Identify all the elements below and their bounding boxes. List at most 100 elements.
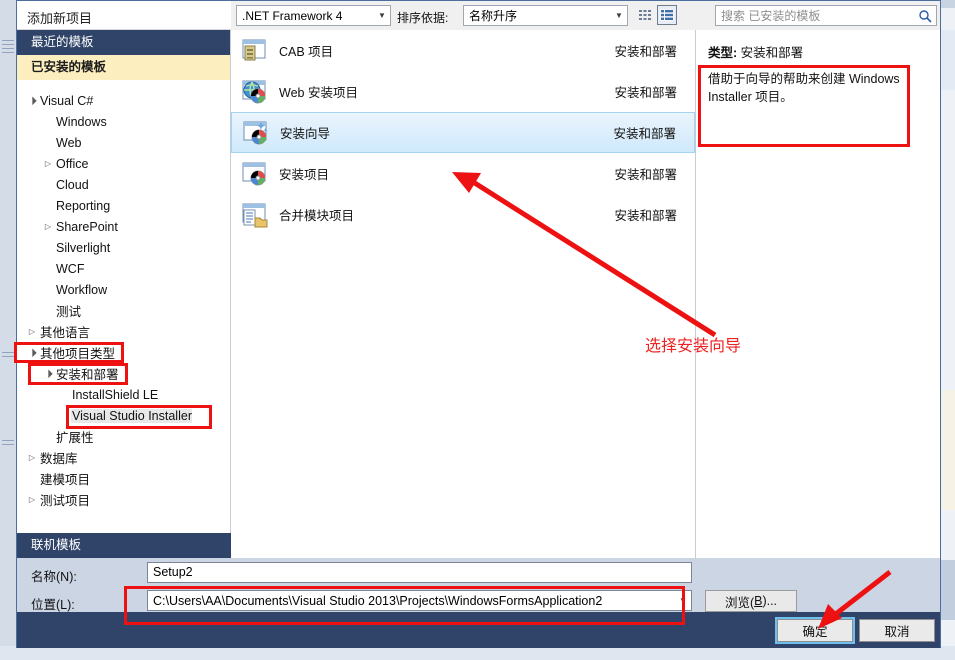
ide-background-left xyxy=(0,0,16,660)
sidebar-tree-item[interactable]: ▷ SharePoint xyxy=(17,216,231,237)
sidebar-tree-item-label: Office xyxy=(56,156,89,171)
template-list-item[interactable]: Web 安装项目 安装和部署 xyxy=(231,71,695,112)
cab-project-icon xyxy=(231,37,279,65)
sidebar-tree-item-label: 其他语言 xyxy=(40,326,91,340)
setup-project-icon xyxy=(231,160,279,188)
templates-tree: ◢ Visual C# Windows Web ▷ Office Cloud Reportin… xyxy=(17,90,231,533)
sidebar-tree-item[interactable]: 建模项目 xyxy=(17,468,231,489)
merge-module-icon xyxy=(231,201,279,229)
description-type-label: 类型: xyxy=(708,46,738,60)
template-category: 安装和部署 xyxy=(614,45,677,59)
sidebar-tree-item[interactable]: Visual Studio Installer xyxy=(17,405,231,426)
project-fields: 名称(N): Setup2 位置(L): C:\Users\AA\Documen… xyxy=(17,558,940,612)
template-name: 安装向导 xyxy=(280,127,331,141)
ide-background-bottom xyxy=(0,646,955,660)
templates-list: CAB 项目 安装和部署 Web 安装项目 安装和部署 安装向导 安装和部署 安装项目 安装和… xyxy=(231,30,695,558)
chevron-right-icon: ▷ xyxy=(44,222,52,231)
chevron-down-icon[interactable]: ▼ xyxy=(675,596,691,605)
chevron-right-icon: ▷ xyxy=(28,327,36,336)
templates-toolbar: .NET Framework 4 ▼ 排序依据: 名称升序 ▼ 搜索 已安装的模… xyxy=(231,1,940,30)
template-name: CAB 项目 xyxy=(279,45,334,59)
sidebar-tree-item[interactable]: Cloud xyxy=(17,174,231,195)
template-name: 合并模块项目 xyxy=(279,209,355,223)
chevron-down-icon: ◢ xyxy=(42,368,54,379)
template-list-item[interactable]: 安装项目 安装和部署 xyxy=(231,153,695,194)
template-list-item[interactable]: 合并模块项目 安装和部署 xyxy=(231,194,695,235)
small-icons-view-icon[interactable] xyxy=(635,5,655,25)
add-new-project-dialog: 添加新项目 ? ✕ .NET Framework 4 ▼ 排序依据: 名称升序 … xyxy=(16,0,941,648)
sidebar-tree-item-label: Workflow xyxy=(56,282,108,297)
location-input[interactable]: C:\Users\AA\Documents\Visual Studio 2013… xyxy=(147,590,692,611)
sidebar-tree-item[interactable]: ▷ Office xyxy=(17,153,231,174)
sidebar-tree-item[interactable]: Windows xyxy=(17,111,231,132)
sidebar-tree-item-label: Cloud xyxy=(56,177,89,192)
sidebar-tree-item[interactable]: InstallShield LE xyxy=(17,384,231,405)
sidebar-tree-item[interactable]: Silverlight xyxy=(17,237,231,258)
sidebar-tree-item-label: 安装和部署 xyxy=(56,368,119,382)
dialog-footer: 确定 取消 xyxy=(17,612,940,648)
sidebar-tree-item-label: InstallShield LE xyxy=(72,387,159,402)
sidebar-tree-item[interactable]: Reporting xyxy=(17,195,231,216)
sidebar-tree-item[interactable]: ◢ 其他项目类型 xyxy=(17,342,231,363)
chevron-right-icon: ▷ xyxy=(28,453,36,462)
description-type-line: 类型: 安装和部署 xyxy=(708,42,918,61)
sidebar-tree-item[interactable]: ◢ Visual C# xyxy=(17,90,231,111)
sort-value: 名称升序 xyxy=(469,9,518,23)
name-label: 名称(N): xyxy=(31,570,77,584)
template-category: 安装和部署 xyxy=(614,168,677,182)
sidebar-tree-item[interactable]: Web xyxy=(17,132,231,153)
framework-dropdown[interactable]: .NET Framework 4 ▼ xyxy=(236,5,391,26)
sidebar-tree-item[interactable]: ▷ 测试项目 xyxy=(17,489,231,510)
sidebar-tree-item-label: 其他项目类型 xyxy=(40,347,116,361)
template-name: Web 安装项目 xyxy=(279,86,358,100)
sidebar-tree-item[interactable]: Workflow xyxy=(17,279,231,300)
sidebar-tree-item[interactable]: 测试 xyxy=(17,300,231,321)
sidebar-tree-item[interactable]: 扩展性 xyxy=(17,426,231,447)
sidebar-tree-item-label: Windows xyxy=(56,114,107,129)
sidebar-tree-item-label: 扩展性 xyxy=(56,431,94,445)
framework-value: .NET Framework 4 xyxy=(242,8,343,23)
name-input[interactable]: Setup2 xyxy=(147,562,692,583)
sidebar-tree-item-label: 测试项目 xyxy=(40,494,91,508)
template-category: 安装和部署 xyxy=(614,209,677,223)
sidebar-tree-item-label: 数据库 xyxy=(40,452,78,466)
description-type-value: 安装和部署 xyxy=(740,46,804,60)
sort-dropdown[interactable]: 名称升序 ▼ xyxy=(463,5,628,26)
sidebar-tree-item-label: 建模项目 xyxy=(40,473,91,487)
template-list-item[interactable]: CAB 项目 安装和部署 xyxy=(231,30,695,71)
dialog-title: 添加新项目 xyxy=(27,11,93,26)
sidebar-tree-item-label: Reporting xyxy=(56,198,111,213)
sidebar-tree-item-label: WCF xyxy=(56,261,85,276)
description-text: 借助于向导的帮助来创建 Windows Installer 项目。 xyxy=(708,72,900,104)
sidebar-tree-item-label: Silverlight xyxy=(56,240,111,255)
ide-background-right xyxy=(941,0,955,660)
cancel-button[interactable]: 取消 xyxy=(859,619,935,642)
large-icons-view-icon[interactable] xyxy=(657,5,677,25)
sort-by-label: 排序依据: xyxy=(397,11,449,25)
setup-wizard-icon xyxy=(232,119,280,147)
chevron-down-icon: ◢ xyxy=(26,95,38,106)
sidebar-recent-templates[interactable]: 最近的模板 xyxy=(17,30,230,55)
location-value: C:\Users\AA\Documents\Visual Studio 2013… xyxy=(153,593,603,608)
browse-prefix: 浏览( xyxy=(724,595,755,610)
ok-button[interactable]: 确定 xyxy=(775,617,855,644)
search-input[interactable]: 搜索 已安装的模板 xyxy=(715,5,937,26)
chevron-down-icon: ◢ xyxy=(26,347,38,358)
sidebar-tree-item[interactable]: WCF xyxy=(17,258,231,279)
sidebar-tree-item[interactable]: ▷ 其他语言 xyxy=(17,321,231,342)
chevron-right-icon: ▷ xyxy=(44,159,52,168)
template-name: 安装项目 xyxy=(279,168,330,182)
template-list-item[interactable]: 安装向导 安装和部署 xyxy=(231,112,695,153)
web-setup-project-icon xyxy=(231,78,279,106)
templates-sidebar: 最近的模板 已安装的模板 ◢ Visual C# Windows Web ▷ Office… xyxy=(17,30,231,558)
chevron-down-icon: ▼ xyxy=(378,11,386,20)
sidebar-tree-item-label: 测试 xyxy=(56,305,82,319)
search-icon[interactable] xyxy=(914,9,936,23)
sidebar-tree-item[interactable]: ▷ 数据库 xyxy=(17,447,231,468)
annotation-note: 选择安装向导 xyxy=(645,338,742,355)
sidebar-installed-templates[interactable]: 已安装的模板 xyxy=(17,55,230,80)
sidebar-online-templates[interactable]: 联机模板 xyxy=(17,533,231,558)
chevron-right-icon: ▷ xyxy=(28,495,36,504)
browse-button[interactable]: 浏览(B)... xyxy=(705,590,797,612)
sidebar-tree-item[interactable]: ◢ 安装和部署 xyxy=(17,363,231,384)
